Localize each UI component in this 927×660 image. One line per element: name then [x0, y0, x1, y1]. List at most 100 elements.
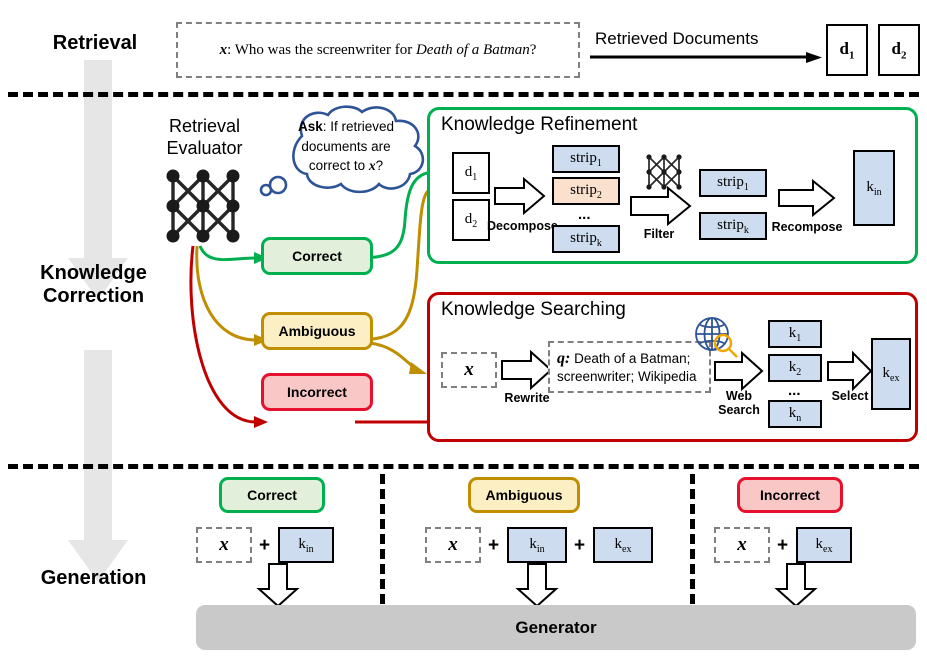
- generation-pill-correct-label: Correct: [247, 487, 297, 503]
- retrieved-document-d2: d2: [878, 24, 920, 76]
- generation-plus-correct-1: +: [259, 535, 271, 556]
- generation-pill-correct[interactable]: Correct: [219, 477, 325, 513]
- knowledge-searching-title: Knowledge Searching: [441, 299, 626, 320]
- refinement-strip-1-label: strip1: [570, 149, 602, 169]
- rewritten-query-prefix: q:: [557, 349, 571, 367]
- rewrite-step-label: Rewrite: [504, 391, 550, 405]
- refinement-strips-ellipsis: ...: [578, 206, 591, 223]
- filter-network-icon: [646, 154, 682, 190]
- separator-retrieval-correction: [8, 92, 919, 97]
- web-search-step-line1: Web: [725, 389, 753, 403]
- search-result-k1: k1: [768, 320, 822, 348]
- stage-label-generation: Generation: [40, 567, 147, 589]
- generation-pill-ambiguous[interactable]: Ambiguous: [468, 477, 580, 513]
- status-pill-correct-label: Correct: [292, 248, 342, 264]
- web-search-arrow-icon: [714, 350, 764, 392]
- refinement-doc-d1: d1: [452, 152, 490, 194]
- web-search-step-line2: Search: [718, 402, 760, 417]
- refinement-output-strip-1-label: strip1: [717, 173, 749, 193]
- refinement-output-strip-1: strip1: [699, 169, 767, 197]
- refinement-strip-2-label: strip2: [570, 181, 602, 201]
- doc-label-2: d2: [891, 38, 907, 62]
- search-result-k2-label: k2: [788, 358, 802, 378]
- generation-kex-incorrect: kex: [796, 527, 852, 563]
- knowledge-refinement-title: Knowledge Refinement: [441, 114, 638, 135]
- search-result-kn: kn: [768, 400, 822, 428]
- generation-plus-ambiguous-1: +: [488, 535, 500, 556]
- evaluator-title-line2: Evaluator: [166, 137, 243, 158]
- query-sep: : Who was the screenwriter for: [227, 41, 416, 58]
- status-pill-correct[interactable]: Correct: [261, 237, 373, 275]
- generation-column-separator-1: [380, 474, 385, 604]
- refinement-strip-2: strip2: [552, 177, 620, 205]
- doc-label-1: d1: [839, 38, 855, 62]
- generation-plus-ambiguous-2: +: [574, 535, 586, 556]
- recompose-arrow-icon: [778, 178, 836, 218]
- filter-step-label: Filter: [643, 227, 675, 241]
- searching-output-kex-label: kex: [882, 364, 900, 384]
- generation-kin-correct-label: kin: [298, 535, 314, 555]
- select-step-label: Select: [831, 389, 869, 403]
- generation-arrow-correct: [256, 563, 300, 608]
- recompose-step-label: Recompose: [771, 220, 843, 234]
- evaluator-title-line1: Retrieval: [168, 116, 241, 136]
- rewritten-query-box: q: Death of a Batman; screenwriter; Wiki…: [548, 341, 711, 393]
- retrieval-query-text: x: Who was the screenwriter for Death of…: [220, 42, 537, 59]
- status-pill-incorrect-label: Incorrect: [287, 384, 347, 400]
- generation-input-x-correct-label: x: [219, 534, 229, 555]
- rewritten-query-line2: screenwriter; Wikipedia: [557, 368, 697, 384]
- status-pill-ambiguous[interactable]: Ambiguous: [261, 312, 373, 350]
- query-title: Death of a Batman: [415, 41, 530, 58]
- refinement-strip-1: strip1: [552, 145, 620, 173]
- refinement-doc-d2: d2: [452, 199, 490, 241]
- web-search-step-label: Web Search: [708, 389, 770, 418]
- generation-pill-ambiguous-label: Ambiguous: [485, 487, 563, 503]
- decompose-step-label: Decompose: [487, 219, 558, 233]
- separator-correction-generation: [8, 464, 919, 469]
- generation-kin-ambiguous: kin: [507, 527, 567, 563]
- generator-bar[interactable]: Generator: [196, 605, 916, 650]
- refinement-doc-d1-label: d1: [464, 163, 478, 183]
- retrieved-documents-label: Retrieved Documents: [595, 29, 759, 48]
- stage-label-knowledge-correction-line2: Correction: [42, 285, 145, 307]
- generation-kex-ambiguous: kex: [593, 527, 653, 563]
- generation-input-x-incorrect-label: x: [737, 534, 747, 555]
- retrieved-document-d1: d1: [826, 24, 868, 76]
- stage-label-retrieval: Retrieval: [52, 32, 138, 54]
- bubble-line-1: Ask: If retrieved: [297, 119, 395, 134]
- generation-pill-incorrect[interactable]: Incorrect: [737, 477, 843, 513]
- filter-arrow-icon: [630, 185, 692, 227]
- refinement-output-strip-k-label: stripk: [717, 216, 749, 236]
- search-result-k1-label: k1: [788, 324, 802, 344]
- refinement-output-kin-label: kin: [866, 178, 882, 198]
- search-result-kn-label: kn: [788, 404, 802, 424]
- generation-pill-incorrect-label: Incorrect: [760, 487, 820, 503]
- rewrite-arrow-icon: [501, 349, 553, 391]
- stage-label-knowledge-correction-line1: Knowledge: [40, 262, 147, 284]
- refinement-strip-k-label: stripk: [570, 229, 602, 249]
- query-suffix: ?: [529, 41, 537, 58]
- generation-arrow-ambiguous: [515, 563, 559, 608]
- generation-arrow-incorrect: [774, 563, 818, 608]
- generation-input-x-ambiguous-label: x: [448, 534, 458, 555]
- refinement-strip-k: stripk: [552, 225, 620, 253]
- retrieved-documents-arrow: [590, 52, 822, 63]
- generation-kex-ambiguous-label: kex: [614, 535, 632, 555]
- retrieval-query-box: x: Who was the screenwriter for Death of…: [176, 22, 580, 78]
- diagram-canvas: Retrieval Knowledge Correction Generatio…: [0, 0, 927, 660]
- status-pill-incorrect[interactable]: Incorrect: [261, 373, 373, 411]
- query-variable: x: [219, 41, 228, 58]
- generation-column-separator-2: [690, 474, 695, 604]
- decompose-arrow-icon: [494, 176, 546, 216]
- refinement-output-strip-k: stripk: [699, 212, 767, 240]
- generator-label: Generator: [515, 617, 597, 637]
- generation-kin-correct: kin: [278, 527, 334, 563]
- refinement-doc-d2-label: d2: [464, 210, 478, 230]
- status-pill-ambiguous-label: Ambiguous: [278, 323, 356, 339]
- searching-input-x: x: [441, 352, 497, 388]
- generation-input-x-correct: x: [196, 527, 252, 563]
- generation-input-x-incorrect: x: [714, 527, 770, 563]
- retrieval-evaluator-title: Retrieval Evaluator: [142, 116, 267, 159]
- search-results-ellipsis: ...: [788, 382, 801, 399]
- search-result-k2: k2: [768, 354, 822, 382]
